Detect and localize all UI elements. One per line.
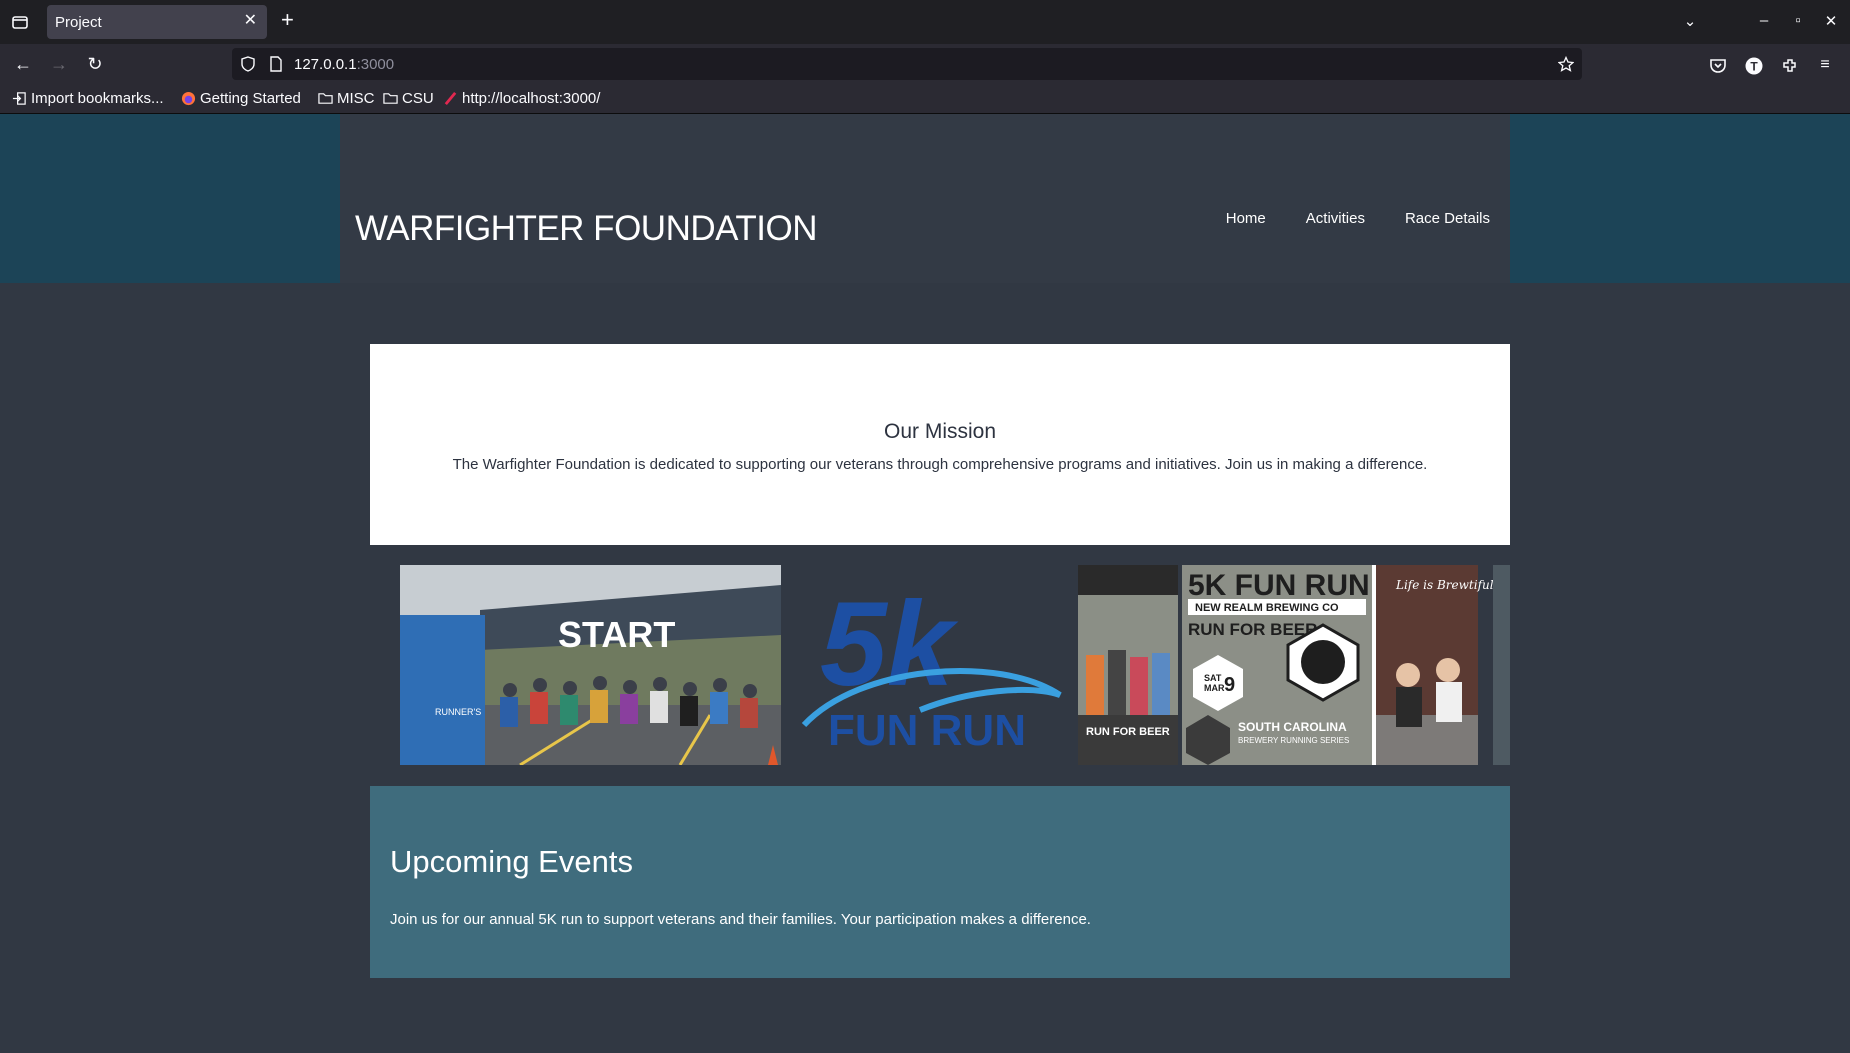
- link-icon: [444, 91, 457, 106]
- site-title: WARFIGHTER FOUNDATION: [355, 209, 817, 248]
- poster-date-num: 9: [1224, 674, 1235, 696]
- svg-text:T: T: [1750, 60, 1758, 74]
- nav-activities[interactable]: Activities: [1306, 210, 1365, 227]
- poster-sub-text: RUN FOR BEER: [1188, 620, 1317, 639]
- menu-icon[interactable]: ≡: [1815, 56, 1835, 76]
- bookmark-star-icon[interactable]: [1558, 56, 1574, 72]
- url-host: 127.0.0.1: [294, 56, 357, 73]
- url-port: :3000: [356, 56, 395, 73]
- url-bar[interactable]: 127.0.0.1:3000: [232, 48, 1582, 80]
- new-tab-icon[interactable]: +: [281, 9, 294, 31]
- bookmark-label: CSU: [402, 90, 434, 107]
- list-all-tabs-icon[interactable]: ⌄: [1680, 12, 1700, 32]
- brewery-run-poster: RUN FOR BEER 5K FUN RUN NEW REALM BREWIN…: [1078, 565, 1510, 765]
- mission-text: The Warfighter Foundation is dedicated t…: [452, 456, 1428, 473]
- poster-side-text: RUN FOR BEER: [1086, 726, 1170, 738]
- bookmark-import[interactable]: Import bookmarks...: [12, 90, 164, 107]
- page-icon: [270, 56, 282, 72]
- poster-series-text: SOUTH CAROLINA: [1238, 720, 1347, 734]
- mission-heading: Our Mission: [883, 420, 997, 443]
- bookmark-folder-csu[interactable]: CSU: [383, 90, 434, 107]
- bookmark-label: Getting Started: [200, 90, 301, 107]
- bookmarks-toolbar: Import bookmarks... Getting Started MISC…: [0, 85, 1850, 114]
- firefox-icon: [181, 91, 196, 106]
- upcoming-events-section: Upcoming Events Join us for our annual 5…: [370, 786, 1510, 978]
- browser-tab-bar: Project ✕ + ⌄ – ▫ ✕: [0, 0, 1850, 44]
- start-side-text: RUNNER'S: [435, 707, 481, 717]
- bookmark-label: http://localhost:3000/: [462, 90, 601, 107]
- import-icon: [12, 92, 26, 105]
- browser-tab[interactable]: Project ✕: [47, 5, 267, 39]
- site-nav: Home Activities Race Details: [1226, 210, 1490, 227]
- tab-close-icon[interactable]: ✕: [244, 13, 257, 29]
- forward-icon[interactable]: →: [48, 54, 70, 76]
- poster-title-text: 5K FUN RUN: [1188, 569, 1370, 602]
- account-avatar-icon[interactable]: T: [1744, 56, 1764, 76]
- url-text[interactable]: 127.0.0.1:3000: [294, 56, 394, 73]
- restore-icon[interactable]: ▫: [1788, 12, 1808, 32]
- nav-home[interactable]: Home: [1226, 210, 1266, 227]
- fun-run-logo: 5k FUN RUN: [800, 565, 1068, 765]
- poster-brewery-text: NEW REALM BREWING CO: [1195, 602, 1339, 614]
- tab-overview-icon[interactable]: [10, 12, 30, 32]
- events-heading: Upcoming Events: [390, 844, 633, 879]
- tab-title: Project: [55, 14, 102, 31]
- close-window-icon[interactable]: ✕: [1821, 12, 1841, 32]
- bookmark-getting-started[interactable]: Getting Started: [181, 90, 301, 107]
- poster-date-day: SAT: [1204, 673, 1222, 683]
- folder-icon: [383, 93, 398, 104]
- reload-icon[interactable]: ↻: [84, 54, 106, 76]
- poster-series2-text: BREWERY RUNNING SERIES: [1238, 736, 1349, 745]
- bookmark-localhost[interactable]: http://localhost:3000/: [443, 90, 600, 107]
- fun-run-small-text: FUN RUN: [828, 706, 1026, 755]
- page-viewport: WARFIGHTER FOUNDATION Home Activities Ra…: [0, 114, 1850, 1053]
- bookmark-label: Import bookmarks...: [31, 90, 164, 107]
- image-gallery: START RUNNER'S 5k FUN RUN RUN FOR BEER 5…: [370, 565, 1510, 765]
- shield-icon[interactable]: [240, 56, 256, 72]
- extensions-icon[interactable]: [1780, 56, 1800, 76]
- browser-nav-bar: ← → ↻ 127.0.0.1:3000 T ≡: [0, 44, 1850, 85]
- nav-race-details[interactable]: Race Details: [1405, 210, 1490, 227]
- bookmark-label: MISC: [337, 90, 375, 107]
- back-icon[interactable]: ←: [12, 54, 34, 76]
- site-header: WARFIGHTER FOUNDATION Home Activities Ra…: [340, 114, 1510, 283]
- race-start-photo: START RUNNER'S: [400, 565, 781, 765]
- mission-section: Our Mission The Warfighter Foundation is…: [370, 344, 1510, 545]
- poster-date-month: MAR: [1204, 683, 1225, 693]
- folder-icon: [318, 93, 333, 104]
- bookmark-folder-misc[interactable]: MISC: [318, 90, 375, 107]
- minimize-icon[interactable]: –: [1754, 12, 1774, 32]
- fun-run-big-text: 5k: [820, 577, 959, 711]
- start-banner-text: START: [558, 614, 675, 655]
- events-text: Join us for our annual 5K run to support…: [390, 911, 1091, 928]
- pocket-icon[interactable]: [1708, 56, 1728, 76]
- poster-tag-text: Life is Brewtiful: [1395, 578, 1494, 592]
